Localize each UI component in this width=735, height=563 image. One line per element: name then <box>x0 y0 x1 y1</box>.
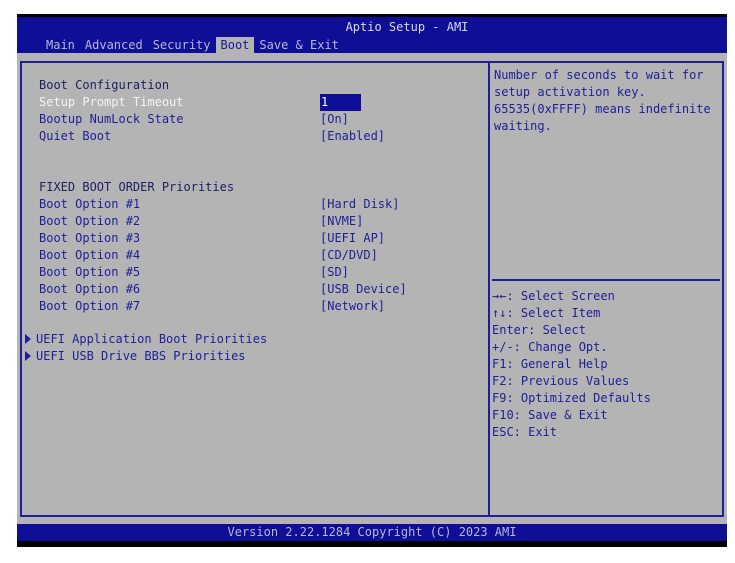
option-label: Boot Option #1 <box>39 197 141 211</box>
boot-option-3[interactable]: Boot Option #3 [UEFI AP] <box>39 230 385 247</box>
setting-value-input[interactable]: 1 <box>320 94 361 111</box>
settings-panel: Boot Configuration Setup Prompt Timeout 1… <box>20 61 488 517</box>
key-hint: F2: Previous Values <box>492 374 630 388</box>
bios-screen: Aptio Setup - AMI Main Advanced Security… <box>17 14 727 547</box>
tab-security[interactable]: Security <box>148 37 216 53</box>
option-value[interactable]: [SD] <box>320 264 349 281</box>
option-value[interactable]: [Network] <box>320 298 385 315</box>
key-hint: →←: Select Screen <box>492 289 615 303</box>
submenu-uefi-usb-bbs[interactable]: UEFI USB Drive BBS Priorities <box>25 348 246 365</box>
triangle-right-icon <box>25 351 31 361</box>
option-label: Boot Option #7 <box>39 299 141 313</box>
boot-option-1[interactable]: Boot Option #1 [Hard Disk] <box>39 196 399 213</box>
key-hint: ↑↓: Select Item <box>492 306 601 320</box>
help-text: Number of seconds to wait for setup acti… <box>494 68 711 133</box>
key-hint: F9: Optimized Defaults <box>492 391 651 405</box>
key-hint: F10: Save & Exit <box>492 408 608 422</box>
setting-setup-prompt-timeout[interactable]: Setup Prompt Timeout 1 <box>39 94 361 111</box>
key-hint: ESC: Exit <box>492 425 558 439</box>
triangle-right-icon <box>25 334 31 344</box>
option-value[interactable]: [Hard Disk] <box>320 196 399 213</box>
key-legend: →←: Select Screen ↑↓: Select Item Enter:… <box>490 288 651 441</box>
setting-label: Setup Prompt Timeout <box>39 95 184 109</box>
option-label: Boot Option #2 <box>39 214 141 228</box>
boot-option-4[interactable]: Boot Option #4 [CD/DVD] <box>39 247 378 264</box>
main-body: Boot Configuration Setup Prompt Timeout 1… <box>17 53 727 524</box>
setting-label: Quiet Boot <box>39 129 112 143</box>
header: Aptio Setup - AMI Main Advanced Security… <box>17 17 727 53</box>
submenu-label: UEFI Application Boot Priorities <box>36 332 268 346</box>
setting-numlock[interactable]: Bootup NumLock State [On] <box>39 111 349 128</box>
option-label: Boot Option #5 <box>39 265 141 279</box>
option-label: Boot Option #4 <box>39 248 141 262</box>
footer-version: Version 2.22.1284 Copyright (C) 2023 AMI <box>17 524 727 541</box>
option-label: Boot Option #3 <box>39 231 141 245</box>
key-hint: F1: General Help <box>492 357 608 371</box>
option-value[interactable]: [UEFI AP] <box>320 230 385 247</box>
option-value[interactable]: [CD/DVD] <box>320 247 378 264</box>
boot-option-7[interactable]: Boot Option #7 [Network] <box>39 298 385 315</box>
section-heading: Boot Configuration <box>39 78 170 92</box>
boot-option-5[interactable]: Boot Option #5 [SD] <box>39 264 349 281</box>
help-panel: Number of seconds to wait for setup acti… <box>488 61 724 517</box>
option-value[interactable]: [NVME] <box>320 213 363 230</box>
submenu-uefi-app-boot[interactable]: UEFI Application Boot Priorities <box>25 331 267 348</box>
divider <box>492 279 720 281</box>
setting-label: Bootup NumLock State <box>39 112 184 126</box>
key-hint: Enter: Select <box>492 323 586 337</box>
tab-save-exit[interactable]: Save & Exit <box>254 37 343 53</box>
setting-value[interactable]: [On] <box>320 111 349 128</box>
tab-boot[interactable]: Boot <box>215 37 255 53</box>
option-value[interactable]: [USB Device] <box>320 281 407 298</box>
app-title: Aptio Setup - AMI <box>345 20 469 34</box>
section-heading: FIXED BOOT ORDER Priorities <box>39 180 235 194</box>
boot-option-2[interactable]: Boot Option #2 [NVME] <box>39 213 363 230</box>
submenu-label: UEFI USB Drive BBS Priorities <box>36 349 246 363</box>
boot-option-6[interactable]: Boot Option #6 [USB Device] <box>39 281 407 298</box>
setting-quiet-boot[interactable]: Quiet Boot [Enabled] <box>39 128 385 145</box>
option-label: Boot Option #6 <box>39 282 141 296</box>
tab-advanced[interactable]: Advanced <box>80 37 148 53</box>
tab-main[interactable]: Main <box>41 37 80 53</box>
key-hint: +/-: Change Opt. <box>492 340 608 354</box>
tab-bar: Main Advanced Security Boot Save & Exit <box>41 37 344 53</box>
setting-value[interactable]: [Enabled] <box>320 128 385 145</box>
